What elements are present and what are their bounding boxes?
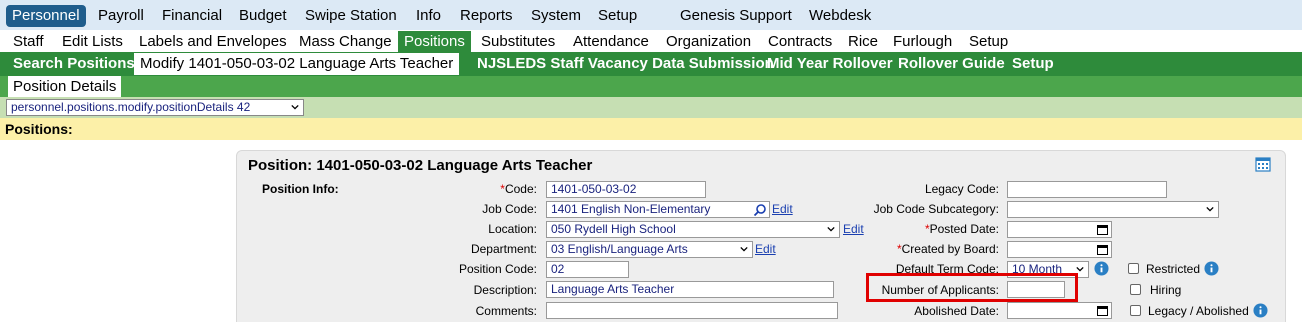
subnav-mid-year-rollover[interactable]: Mid Year Rollover: [767, 53, 893, 75]
job-code-subcategory-label: Job Code Subcategory:: [873, 202, 999, 216]
subnav-modify-position[interactable]: Modify 1401-050-03-02 Language Arts Teac…: [134, 53, 460, 75]
job-code-input[interactable]: 1401 English Non-Elementary: [546, 201, 770, 218]
info-icon[interactable]: [1204, 261, 1219, 276]
topnav-swipe-station[interactable]: Swipe Station: [305, 5, 397, 27]
department-label: Department:: [470, 242, 537, 256]
department-value: 03 English/Language Arts: [551, 242, 688, 256]
chevron-down-icon: [1076, 266, 1084, 272]
department-select[interactable]: 03 English/Language Arts: [546, 241, 753, 258]
screen-select-value: personnel.positions.modify.positionDetai…: [11, 100, 251, 114]
legacy-abolished-label: Legacy / Abolished: [1148, 304, 1249, 318]
subnav-edit-lists[interactable]: Edit Lists: [62, 31, 123, 52]
hiring-label: Hiring: [1150, 283, 1182, 297]
subnav-search-positions[interactable]: Search Positions: [13, 53, 135, 75]
date-picker-icon[interactable]: [1097, 244, 1108, 255]
comments-input[interactable]: [546, 302, 838, 319]
topnav-budget[interactable]: Budget: [239, 5, 287, 27]
personnel-subnav: Staff Edit Lists Labels and Envelopes Ma…: [0, 30, 1302, 52]
legacy-code-label: Legacy Code:: [924, 182, 999, 196]
hiring-checkbox[interactable]: [1130, 284, 1141, 295]
code-label: *Code:: [500, 182, 537, 196]
info-icon[interactable]: [1094, 261, 1109, 276]
posted-date-label: *Posted Date:: [924, 222, 999, 236]
date-picker-icon[interactable]: [1097, 305, 1108, 316]
panel-title: Position: 1401-050-03-02 Language Arts T…: [248, 157, 593, 174]
job-code-value: 1401 English Non-Elementary: [551, 202, 711, 216]
subnav-setup-2[interactable]: Setup: [1012, 53, 1054, 75]
created-by-board-label: *Created by Board:: [896, 242, 999, 256]
topnav-payroll[interactable]: Payroll: [98, 5, 144, 27]
subnav-furlough[interactable]: Furlough: [893, 31, 952, 52]
tab-position-details[interactable]: Position Details: [8, 76, 122, 97]
subnav-rollover-guide[interactable]: Rollover Guide: [898, 53, 1005, 75]
info-icon[interactable]: [1253, 303, 1268, 318]
highlight-box: [866, 273, 1078, 302]
calendar-icon[interactable]: [1255, 156, 1271, 172]
screen-select[interactable]: personnel.positions.modify.positionDetai…: [6, 99, 304, 116]
topnav-webdesk[interactable]: Webdesk: [809, 5, 871, 27]
topnav-reports[interactable]: Reports: [460, 5, 513, 27]
chevron-down-icon: [1206, 206, 1214, 212]
subnav-contracts[interactable]: Contracts: [768, 31, 832, 52]
posted-date-input[interactable]: [1007, 221, 1112, 238]
legacy-abolished-checkbox[interactable]: [1130, 305, 1141, 316]
restricted-checkbox[interactable]: [1128, 263, 1139, 274]
subnav-setup[interactable]: Setup: [969, 31, 1008, 52]
detail-tabs: Position Details: [0, 76, 1302, 97]
location-value: 050 Rydell High School: [551, 222, 676, 236]
legacy-code-input[interactable]: [1007, 181, 1167, 198]
location-edit-link[interactable]: Edit: [843, 222, 864, 236]
topnav-system[interactable]: System: [531, 5, 581, 27]
created-by-board-input[interactable]: [1007, 241, 1112, 258]
department-edit-link[interactable]: Edit: [755, 242, 776, 256]
subnav-positions[interactable]: Positions: [398, 31, 471, 52]
positions-subnav: Search Positions Modify 1401-050-03-02 L…: [0, 52, 1302, 76]
topnav-financial[interactable]: Financial: [162, 5, 222, 27]
abolished-date-input[interactable]: [1007, 302, 1112, 319]
abolished-date-label: Abolished Date:: [914, 304, 999, 318]
subnav-rice[interactable]: Rice: [848, 31, 878, 52]
subnav-substitutes[interactable]: Substitutes: [481, 31, 555, 52]
chevron-down-icon: [827, 226, 835, 232]
subnav-njsleds[interactable]: NJSLEDS Staff Vacancy Data Submission: [477, 53, 774, 75]
top-nav: Personnel Payroll Financial Budget Swipe…: [0, 0, 1302, 30]
comments-label: Comments:: [475, 304, 537, 318]
location-label: Location:: [488, 222, 537, 236]
topnav-personnel[interactable]: Personnel: [6, 5, 86, 27]
job-code-label: Job Code:: [482, 202, 537, 216]
position-code-input[interactable]: 02: [546, 261, 629, 278]
job-code-subcategory-select[interactable]: [1007, 201, 1219, 218]
subnav-labels-envelopes[interactable]: Labels and Envelopes: [139, 31, 287, 52]
topnav-info[interactable]: Info: [416, 5, 441, 27]
code-input[interactable]: 1401-050-03-02: [546, 181, 706, 198]
date-picker-icon[interactable]: [1097, 224, 1108, 235]
location-select[interactable]: 050 Rydell High School: [546, 221, 840, 238]
topnav-genesis-support[interactable]: Genesis Support: [680, 5, 792, 27]
description-input[interactable]: Language Arts Teacher: [546, 281, 834, 298]
positions-header-bar: Positions:: [0, 118, 1302, 140]
description-label: Description:: [473, 283, 537, 297]
restricted-label: Restricted: [1146, 262, 1201, 276]
position-code-label: Position Code:: [458, 262, 537, 276]
search-icon[interactable]: [753, 203, 767, 217]
subnav-attendance[interactable]: Attendance: [573, 31, 649, 52]
positions-label: Positions:: [5, 121, 73, 137]
position-info-label: Position Info:: [262, 182, 339, 196]
topnav-setup[interactable]: Setup: [598, 5, 637, 27]
subnav-staff[interactable]: Staff: [13, 31, 44, 52]
chevron-down-icon: [740, 246, 748, 252]
screen-select-bar: personnel.positions.modify.positionDetai…: [0, 97, 1302, 118]
chevron-down-icon: [291, 104, 299, 110]
subnav-mass-change[interactable]: Mass Change: [299, 31, 392, 52]
job-code-edit-link[interactable]: Edit: [772, 202, 793, 216]
subnav-organization[interactable]: Organization: [666, 31, 751, 52]
